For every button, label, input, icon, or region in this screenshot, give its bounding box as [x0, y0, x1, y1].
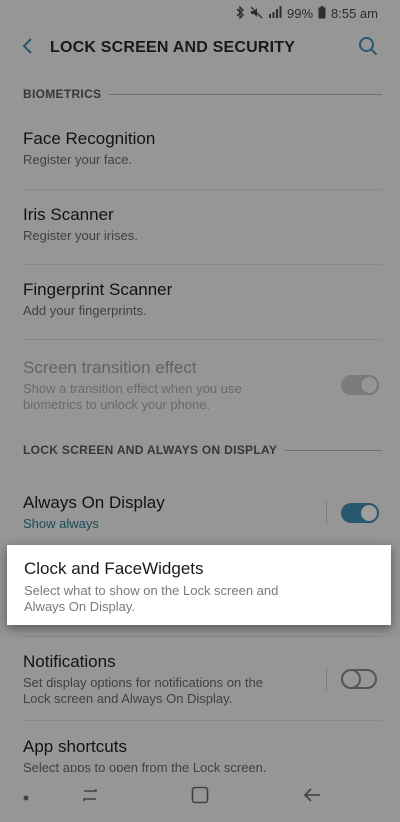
clock-facewidgets-item[interactable]: Clock and FaceWidgets Select what to sho… — [7, 545, 391, 625]
item-subtitle: Set display options for notifications on… — [23, 675, 326, 707]
navigation-bar — [0, 772, 400, 822]
always-on-display-item[interactable]: Always On Display Show always — [0, 470, 400, 555]
item-subtitle: Register your face. — [23, 152, 133, 167]
item-title: Face Recognition — [23, 129, 156, 148]
switch-knob — [359, 502, 379, 523]
item-title: Notifications — [23, 651, 116, 671]
search-button[interactable] — [346, 26, 390, 70]
battery-percent: 99% — [286, 5, 314, 21]
recents-icon — [81, 787, 99, 808]
section-header-label: LOCK SCREEN AND ALWAYS ON DISPLAY — [23, 443, 278, 457]
battery-icon — [318, 5, 326, 21]
notifications-item[interactable]: Notifications Set display options for no… — [0, 637, 400, 721]
item-title: Fingerprint Scanner — [23, 280, 173, 299]
status-bar: 99% 8:55 am — [0, 0, 400, 26]
search-icon — [358, 36, 378, 61]
switch-separator — [326, 668, 327, 690]
item-title: Iris Scanner — [23, 205, 114, 224]
face-recognition-item[interactable]: Face Recognition Register your face. — [0, 114, 400, 190]
mute-icon — [250, 6, 263, 21]
app-bar: LOCK SCREEN AND SECURITY — [0, 26, 400, 70]
iris-scanner-item[interactable]: Iris Scanner Register your irises. — [0, 190, 400, 265]
switch-separator — [326, 501, 327, 524]
notifications-switch[interactable] — [341, 669, 377, 689]
dot-icon — [23, 788, 29, 806]
item-subtitle-line: Lock screen and Always On Display. — [23, 690, 233, 706]
section-divider — [109, 93, 382, 95]
nav-dot-button[interactable] — [18, 772, 34, 822]
home-icon — [191, 786, 209, 809]
item-subtitle-line: biometrics to unlock your phone. — [23, 396, 211, 412]
item-subtitle-line: Always On Display. — [24, 599, 136, 614]
item-subtitle: Add your fingerprints. — [23, 303, 147, 318]
fingerprint-scanner-item[interactable]: Fingerprint Scanner Add your fingerprint… — [0, 265, 400, 340]
screen-transition-effect-item: Screen transition effect Show a transiti… — [0, 340, 400, 430]
recents-button[interactable] — [70, 772, 110, 822]
item-subtitle: Select apps to open from the Lock screen… — [23, 760, 267, 772]
item-title: App shortcuts — [23, 737, 127, 756]
back-arrow-icon — [21, 37, 33, 60]
item-title: Always On Display — [23, 493, 165, 512]
status-time: 8:55 am — [331, 5, 378, 21]
section-divider — [285, 449, 382, 451]
section-header-lock-screen: LOCK SCREEN AND ALWAYS ON DISPLAY — [0, 430, 400, 470]
item-subtitle: Register your irises. — [23, 228, 138, 243]
back-icon — [303, 787, 321, 808]
page-title: LOCK SCREEN AND SECURITY — [50, 39, 296, 56]
item-subtitle-line: Set display options for notifications on… — [23, 674, 263, 690]
always-on-display-switch[interactable] — [341, 502, 379, 523]
item-subtitle-line: Show a transition effect when you use — [23, 380, 242, 396]
item-subtitle: Show always — [23, 516, 99, 531]
switch-knob — [359, 375, 379, 395]
app-shortcuts-item[interactable]: App shortcuts Select apps to open from t… — [0, 721, 400, 772]
section-header-biometrics: BIOMETRICS — [0, 74, 400, 114]
item-subtitle: Show a transition effect when you use bi… — [23, 381, 341, 413]
section-header-label: BIOMETRICS — [23, 87, 102, 101]
item-subtitle: Select what to show on the Lock screen a… — [24, 583, 374, 615]
home-button[interactable] — [180, 772, 220, 822]
settings-list[interactable]: BIOMETRICS Face Recognition Register you… — [0, 70, 400, 772]
nav-back-button[interactable] — [292, 772, 332, 822]
back-button[interactable] — [4, 26, 50, 70]
switch-knob — [341, 669, 361, 689]
item-title: Clock and FaceWidgets — [24, 559, 204, 578]
screen-transition-switch — [341, 375, 379, 395]
signal-icon — [268, 6, 282, 20]
item-title: Screen transition effect — [23, 357, 197, 377]
item-subtitle-line: Select what to show on the Lock screen a… — [24, 583, 279, 598]
bluetooth-icon — [235, 4, 245, 21]
